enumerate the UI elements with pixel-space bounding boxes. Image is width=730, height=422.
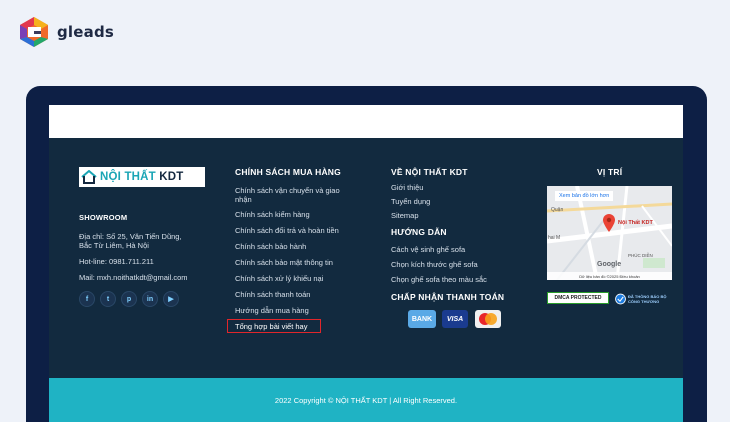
page-top-area: [49, 105, 683, 138]
guide-link-size[interactable]: Chọn kích thước ghế sofa: [391, 260, 478, 270]
map-area-label-3: hai M: [548, 235, 561, 241]
map-larger-link[interactable]: Xem bản đồ lớn hơn: [555, 191, 614, 201]
policy-link-warranty[interactable]: Chính sách bảo hành: [235, 242, 306, 252]
about-link-intro[interactable]: Giới thiệu: [391, 183, 423, 193]
house-icon: [81, 170, 97, 184]
website-screen: NỘI THẤT KDT SHOWROOM Địa chỉ: Số 25, Vă…: [49, 105, 683, 422]
map-area-label-2: PHÚC DIỄN: [628, 253, 653, 258]
checkmark-badge-icon: [615, 293, 626, 305]
policy-link-articles[interactable]: Tổng hợp bài viết hay: [235, 322, 307, 332]
dmca-badge[interactable]: DMCA PROTECTED: [547, 292, 609, 304]
site-footer: NỘI THẤT KDT SHOWROOM Địa chỉ: Số 25, Vă…: [49, 138, 683, 378]
showroom-heading: SHOWROOM: [79, 213, 128, 222]
bank-payment-icon: BANK: [408, 310, 436, 328]
copyright-bar: 2022 Copyright © NỘI THẤT KDT | All Righ…: [49, 378, 683, 422]
copyright-text: 2022 Copyright © NỘI THẤT KDT | All Righ…: [274, 395, 458, 405]
showroom-hotline[interactable]: Hot-line: 0981.711.211: [79, 257, 154, 267]
visa-payment-icon: VISA: [442, 310, 468, 328]
linkedin-icon[interactable]: in: [142, 291, 158, 307]
brand-name: gleads: [57, 23, 115, 41]
social-links: f t p in ▶: [79, 291, 179, 307]
google-logo: Google: [597, 261, 622, 268]
map-pin-icon: [603, 214, 615, 232]
bct-badge[interactable]: ĐÃ THÔNG BÁO BỘ CÔNG THƯƠNG: [615, 289, 667, 309]
about-link-careers[interactable]: Tuyển dụng: [391, 197, 430, 207]
policy-link-inspection[interactable]: Chính sách kiểm hàng: [235, 210, 310, 220]
guide-link-color[interactable]: Chọn ghế sofa theo màu sắc: [391, 275, 487, 285]
showroom-mail[interactable]: Mail: mxh.noithatkdt@gmail.com: [79, 273, 187, 283]
guide-heading: HƯỚNG DẪN: [391, 227, 447, 237]
map-attribution: Dữ liệu bản đồ ©2025 Điều khoản: [547, 272, 672, 280]
gleads-brand: gleads: [17, 15, 114, 49]
payment-heading: CHẤP NHẬN THANH TOÁN: [391, 292, 505, 302]
policy-link-complaint[interactable]: Chính sách xử lý khiếu nại: [235, 274, 323, 284]
about-heading: VỀ NỘI THẤT KDT: [391, 167, 468, 177]
bct-badge-text: ĐÃ THÔNG BÁO BỘ CÔNG THƯƠNG: [628, 294, 667, 304]
map-pin-label: Nội Thất KDT: [618, 220, 653, 226]
policy-link-privacy[interactable]: Chính sách bảo mật thông tin: [235, 258, 333, 268]
twitch-icon[interactable]: ▶: [163, 291, 179, 307]
embedded-map[interactable]: Xem bản đồ lớn hơn Quận hai M PHÚC DIỄN …: [547, 186, 672, 280]
facebook-icon[interactable]: f: [79, 291, 95, 307]
gleads-logo-icon: [20, 17, 48, 47]
policy-heading: CHÍNH SÁCH MUA HÀNG: [235, 167, 341, 177]
about-link-sitemap[interactable]: Sitemap: [391, 211, 419, 221]
map-area-label-1: Quận: [551, 207, 564, 213]
twitter-icon[interactable]: t: [100, 291, 116, 307]
location-heading: VỊ TRÍ: [597, 167, 623, 177]
pinterest-icon[interactable]: p: [121, 291, 137, 307]
policy-link-payment[interactable]: Chính sách thanh toán: [235, 290, 310, 300]
kdt-logo[interactable]: NỘI THẤT KDT: [79, 167, 205, 187]
showroom-address-2: Bắc Từ Liêm, Hà Nội: [79, 241, 149, 250]
mastercard-payment-icon: [475, 310, 501, 328]
policy-link-return[interactable]: Chính sách đổi trả và hoàn tiền: [235, 226, 339, 236]
policy-link-buy-guide[interactable]: Hướng dẫn mua hàng: [235, 306, 309, 316]
policy-link-shipping-cont[interactable]: nhận: [235, 195, 252, 205]
logo-text: NỘI THẤT KDT: [100, 171, 184, 183]
mastercard-circles-icon: [479, 313, 497, 325]
guide-link-clean[interactable]: Cách vệ sinh ghế sofa: [391, 245, 465, 255]
